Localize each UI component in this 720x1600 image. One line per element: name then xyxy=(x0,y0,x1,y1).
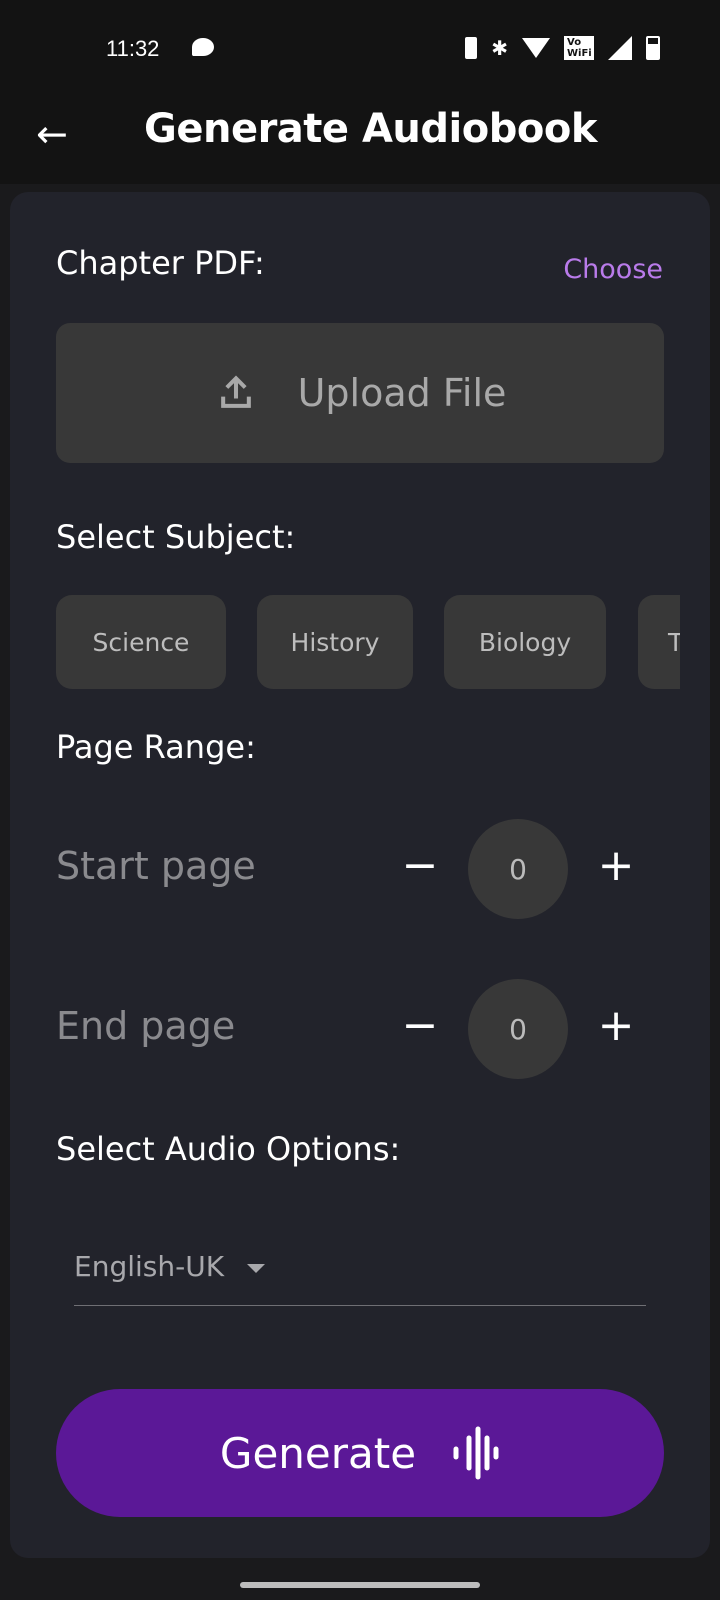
vibrate-icon xyxy=(465,37,478,59)
generate-label: Generate xyxy=(219,1428,417,1478)
upload-icon xyxy=(220,375,251,408)
signal-icon xyxy=(608,36,632,60)
page-title: Generate Audiobook xyxy=(144,106,597,152)
language-value: English-UK xyxy=(74,1250,225,1283)
end-page-label: End page xyxy=(56,1004,236,1048)
home-gesture-bar[interactable] xyxy=(240,1582,480,1588)
upload-label: Upload File xyxy=(297,371,507,415)
battery-icon xyxy=(646,36,660,60)
chip-partial[interactable]: T xyxy=(638,595,680,689)
chip-biology[interactable]: Biology xyxy=(444,595,606,689)
chat-bubble-icon xyxy=(192,38,214,56)
start-page-label: Start page xyxy=(56,844,256,888)
start-page-value[interactable]: 0 xyxy=(468,819,568,919)
sound-wave-icon xyxy=(453,1426,499,1480)
chip-science[interactable]: Science xyxy=(56,595,226,689)
upload-file-button[interactable]: Upload File xyxy=(56,323,664,463)
wifi-icon xyxy=(522,38,550,58)
choose-link[interactable]: Choose xyxy=(563,254,663,285)
generate-button[interactable]: Generate xyxy=(56,1389,664,1517)
select-subject-label: Select Subject: xyxy=(56,518,296,556)
end-minus-button[interactable]: − xyxy=(395,1000,445,1051)
start-plus-button[interactable]: + xyxy=(591,840,641,891)
dropdown-arrow-icon xyxy=(246,1263,265,1273)
status-time: 11:32 xyxy=(106,36,160,61)
status-bar: 11:32 ✱ Vo WiFi xyxy=(0,0,720,92)
end-page-value[interactable]: 0 xyxy=(468,979,568,1079)
app-bar: ← Generate Audiobook xyxy=(0,92,720,184)
arrow-left-icon[interactable]: ← xyxy=(36,112,68,156)
end-plus-button[interactable]: + xyxy=(591,1000,641,1051)
start-minus-button[interactable]: − xyxy=(395,840,445,891)
chip-history[interactable]: History xyxy=(257,595,413,689)
page-range-label: Page Range: xyxy=(56,728,256,766)
audio-options-label: Select Audio Options: xyxy=(56,1130,401,1168)
vowifi-icon: Vo WiFi xyxy=(564,36,594,60)
language-dropdown[interactable]: English-UK xyxy=(74,1250,646,1306)
subject-chips[interactable]: Science History Biology T xyxy=(56,595,680,689)
bluetooth-icon: ✱ xyxy=(491,36,508,60)
chapter-pdf-label: Chapter PDF: xyxy=(56,244,265,282)
